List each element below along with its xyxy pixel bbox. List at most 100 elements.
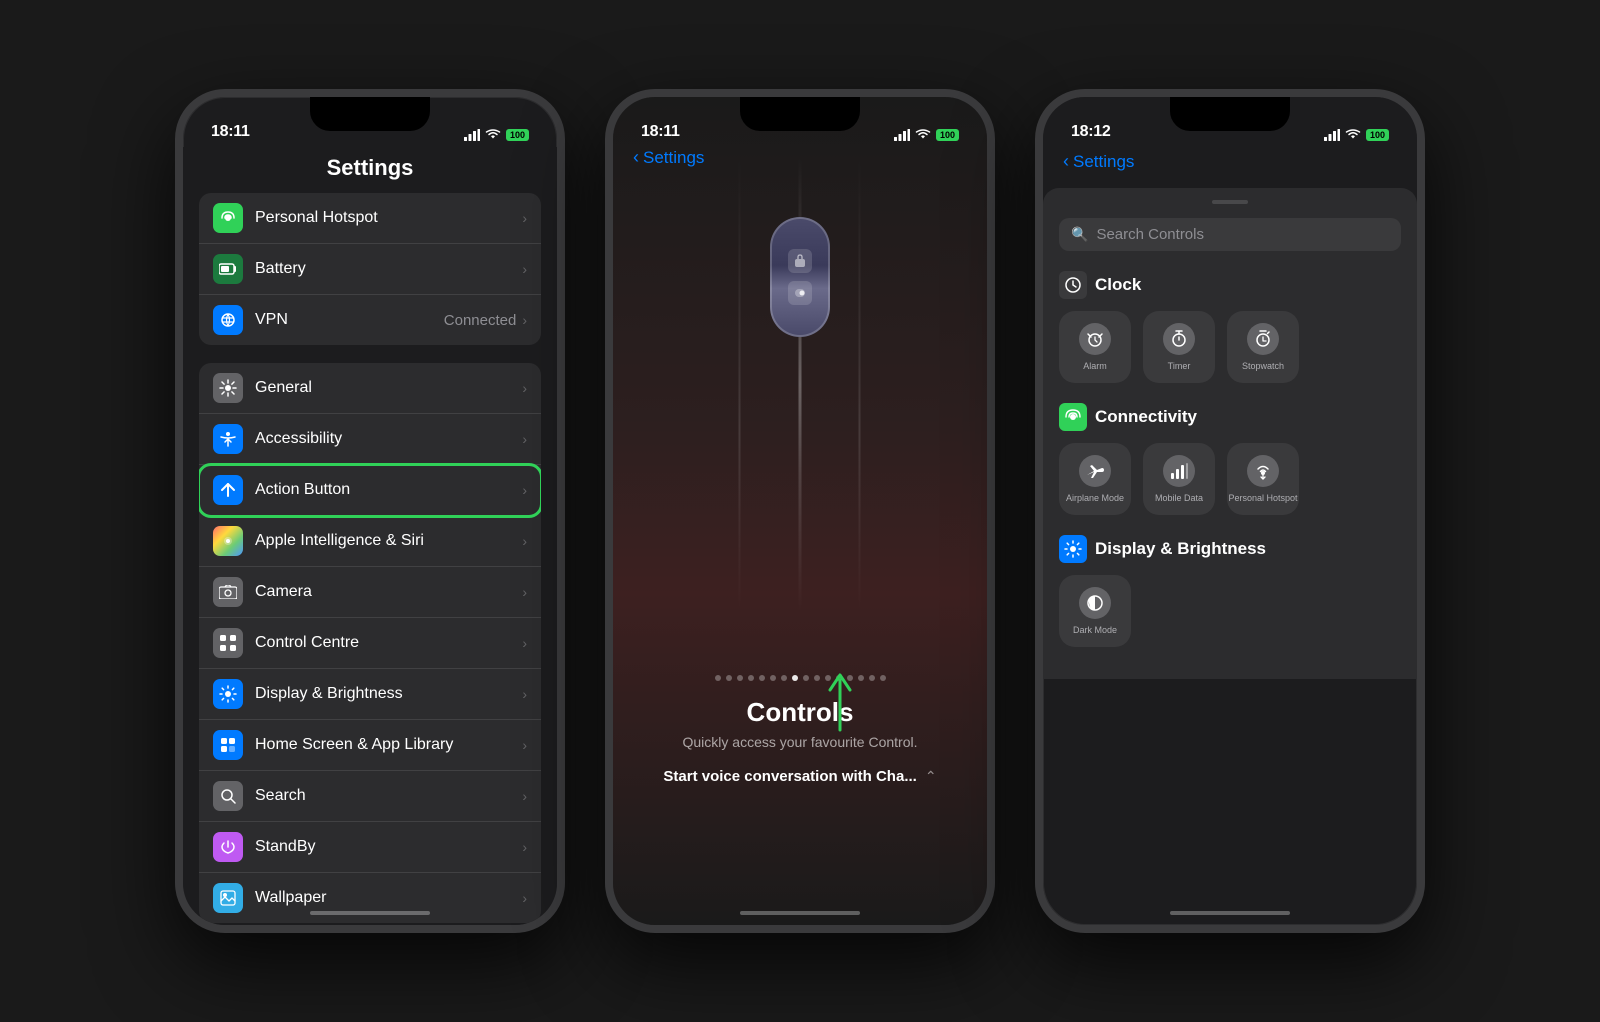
settings-title: Settings xyxy=(203,155,537,181)
accessibility-icon xyxy=(213,424,243,454)
screen-1: Settings Personal Hotspot › Battery › xyxy=(183,147,557,933)
dark-mode-icon xyxy=(1079,587,1111,619)
personal-hotspot-icon xyxy=(213,203,243,233)
dot xyxy=(737,675,743,681)
chevron-icon: › xyxy=(522,788,527,804)
dot xyxy=(715,675,721,681)
list-item[interactable]: General › xyxy=(199,363,541,414)
dot xyxy=(869,675,875,681)
dark-mode-button[interactable]: Dark Mode xyxy=(1059,575,1131,647)
dot xyxy=(770,675,776,681)
list-item[interactable]: Camera › xyxy=(199,567,541,618)
pill-toggle-icon xyxy=(788,249,812,273)
signal-icon xyxy=(1324,129,1340,141)
back-arrow-icon-3[interactable]: ‹ xyxy=(1063,151,1069,172)
chevron-icon: › xyxy=(522,533,527,549)
chevron-icon: › xyxy=(522,635,527,651)
green-arrow xyxy=(820,660,860,745)
settings-header: Settings xyxy=(183,147,557,193)
display-controls-grid: Dark Mode xyxy=(1059,575,1401,647)
timer-button[interactable]: Timer xyxy=(1143,311,1215,383)
controls-action-text: Start voice conversation with Cha... xyxy=(663,768,916,785)
signal-icon xyxy=(464,129,480,141)
back-arrow-icon[interactable]: ‹ xyxy=(633,147,639,168)
connectivity-section-title: Connectivity xyxy=(1095,407,1197,427)
accessibility-label: Accessibility xyxy=(255,430,522,448)
personal-hotspot-label: Personal Hotspot xyxy=(255,209,522,227)
bottom-panel: 🔍 Search Controls Clock Alarm xyxy=(1043,188,1417,679)
status-bar-3: 18:12 100 xyxy=(1043,97,1417,147)
list-item[interactable]: Wallpaper › xyxy=(199,873,541,923)
search-label: Search xyxy=(255,787,522,805)
search-placeholder: Search Controls xyxy=(1096,226,1204,243)
list-item[interactable]: VPN Connected › xyxy=(199,295,541,345)
connectivity-section-header: Connectivity xyxy=(1059,403,1401,431)
nav-back-label-3[interactable]: Settings xyxy=(1073,152,1134,172)
home-indicator-2 xyxy=(740,911,860,915)
stopwatch-icon xyxy=(1247,323,1279,355)
list-item[interactable]: Accessibility › xyxy=(199,414,541,465)
screen-3: ‹ Settings 🔍 Search Controls Clock xyxy=(1043,147,1417,679)
timer-label: Timer xyxy=(1168,361,1191,372)
vpn-icon xyxy=(213,305,243,335)
list-item[interactable]: Display & Brightness › xyxy=(199,669,541,720)
general-icon xyxy=(213,373,243,403)
mobile-data-label: Mobile Data xyxy=(1155,493,1203,504)
search-icon: 🔍 xyxy=(1071,226,1088,243)
camera-icon xyxy=(213,577,243,607)
list-item[interactable]: StandBy › xyxy=(199,822,541,873)
list-item[interactable]: Search › xyxy=(199,771,541,822)
controls-heading: Controls xyxy=(613,697,987,728)
battery-icon xyxy=(213,254,243,284)
airplane-mode-button[interactable]: Airplane Mode xyxy=(1059,443,1131,515)
status-time-3: 18:12 xyxy=(1071,123,1110,141)
hotspot-icon xyxy=(1247,455,1279,487)
stopwatch-button[interactable]: Stopwatch xyxy=(1227,311,1299,383)
mobile-data-icon xyxy=(1163,455,1195,487)
home-indicator-3 xyxy=(1170,911,1290,915)
dot xyxy=(814,675,820,681)
wallpaper-label: Wallpaper xyxy=(255,889,522,907)
chevron-icon: › xyxy=(522,431,527,447)
list-item[interactable]: Control Centre › xyxy=(199,618,541,669)
pill-toggle-icon-2 xyxy=(788,281,812,305)
search-bar[interactable]: 🔍 Search Controls xyxy=(1059,218,1401,251)
chevron-icon: › xyxy=(522,261,527,277)
controls-pagination xyxy=(613,675,987,681)
alarm-button[interactable]: Alarm xyxy=(1059,311,1131,383)
chevron-icon: › xyxy=(522,312,527,328)
chevron-icon: › xyxy=(522,584,527,600)
homescreen-label: Home Screen & App Library xyxy=(255,736,522,754)
battery-badge-2: 100 xyxy=(936,129,959,141)
display-section-title: Display & Brightness xyxy=(1095,539,1266,559)
camera-label: Camera xyxy=(255,583,522,601)
controls-subheading: Quickly access your favourite Control. xyxy=(613,734,987,750)
chevron-icon: › xyxy=(522,839,527,855)
wallpaper-icon xyxy=(213,883,243,913)
chevron-icon: › xyxy=(522,482,527,498)
controls-content: Controls Quickly access your favourite C… xyxy=(613,675,987,785)
personal-hotspot-ctrl-button[interactable]: Personal Hotspot xyxy=(1227,443,1299,515)
dot xyxy=(781,675,787,681)
clock-section-icon xyxy=(1059,271,1087,299)
list-item[interactable]: Home Screen & App Library › xyxy=(199,720,541,771)
chevron-icon: › xyxy=(522,890,527,906)
signal-icon xyxy=(894,129,910,141)
phone-3: 18:12 100 ‹ Settings 🔍 Sea xyxy=(1035,89,1425,933)
action-pill-visual xyxy=(770,217,830,337)
mobile-data-button[interactable]: Mobile Data xyxy=(1143,443,1215,515)
alarm-icon xyxy=(1079,323,1111,355)
hotspot-label: Personal Hotspot xyxy=(1228,493,1297,504)
nav-back-label-2[interactable]: Settings xyxy=(643,148,704,168)
battery-badge-3: 100 xyxy=(1366,129,1389,141)
control-centre-icon xyxy=(213,628,243,658)
action-button-label: Action Button xyxy=(255,481,522,499)
action-button-item[interactable]: Action Button › xyxy=(199,465,541,516)
chevron-icon: › xyxy=(522,686,527,702)
list-item[interactable]: Battery › xyxy=(199,244,541,295)
status-icons-2: 100 xyxy=(894,129,959,141)
battery-badge-1: 100 xyxy=(506,129,529,141)
list-item[interactable]: Apple Intelligence & Siri › xyxy=(199,516,541,567)
status-icons-1: 100 xyxy=(464,129,529,141)
list-item[interactable]: Personal Hotspot › xyxy=(199,193,541,244)
